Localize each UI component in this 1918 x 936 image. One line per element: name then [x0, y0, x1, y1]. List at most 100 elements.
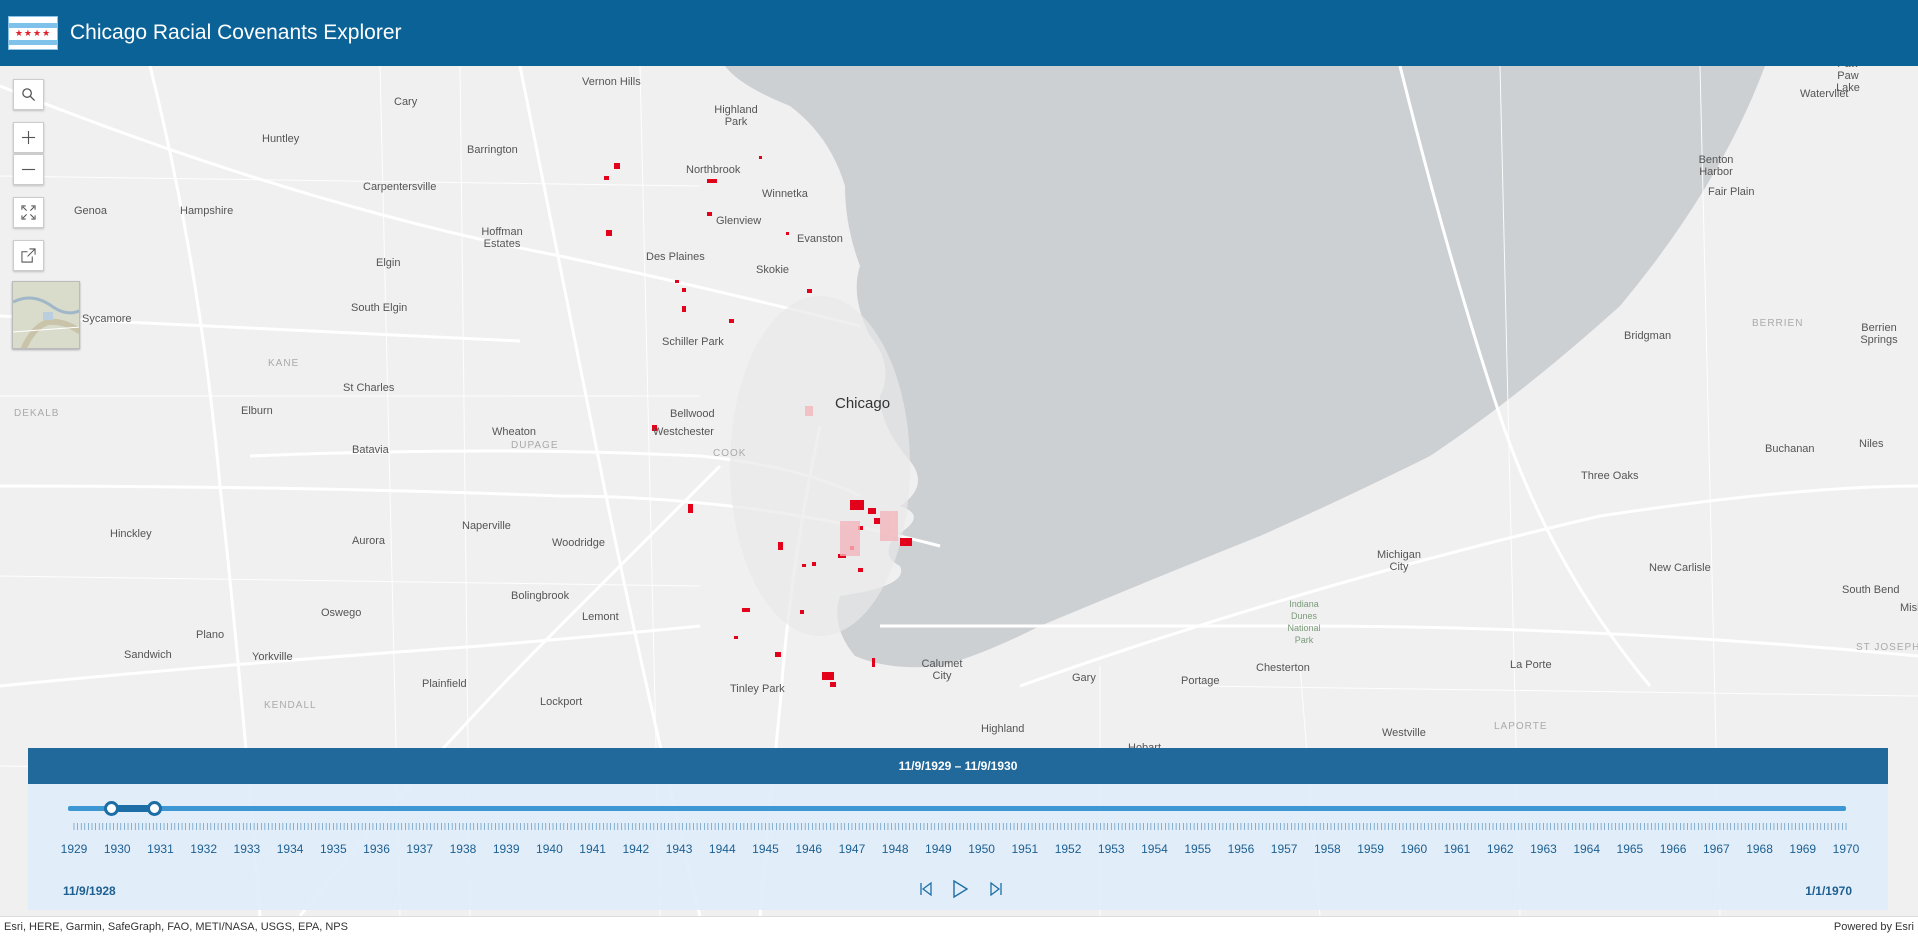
map-label: Michigan City — [1376, 549, 1422, 573]
attribution-text: Esri, HERE, Garmin, SafeGraph, FAO, METI… — [4, 920, 348, 933]
year-label: 1951 — [1011, 842, 1039, 856]
map-label: Schiller Park — [662, 336, 724, 348]
map-label: Highland — [981, 723, 1025, 735]
map-label: Buchanan — [1765, 443, 1815, 455]
map-label: La Porte — [1510, 659, 1552, 671]
share-button[interactable] — [13, 240, 44, 271]
zoom-out-icon — [21, 168, 36, 171]
zoom-in-button[interactable] — [13, 122, 44, 153]
map-label: Calumet City — [921, 658, 963, 682]
year-label: 1942 — [622, 842, 650, 856]
slider-start-thumb[interactable] — [104, 801, 120, 816]
year-label: 1952 — [1054, 842, 1082, 856]
map-label: Des Plaines — [646, 251, 705, 263]
map-label: Cary — [394, 96, 418, 108]
year-label: 1969 — [1789, 842, 1817, 856]
map-label: Barrington — [467, 144, 518, 156]
year-label: 1956 — [1227, 842, 1255, 856]
map-label: Evanston — [797, 233, 843, 245]
year-label: 1959 — [1357, 842, 1384, 856]
map-label: Bellwood — [670, 408, 715, 420]
map-label: Woodridge — [552, 537, 605, 549]
zoom-out-button[interactable] — [13, 154, 44, 185]
year-label: 1944 — [708, 842, 736, 856]
year-label: 1963 — [1530, 842, 1557, 856]
slider-min-label: 11/9/1928 — [63, 884, 116, 898]
share-icon — [21, 248, 36, 263]
year-label: 1941 — [579, 842, 606, 856]
step-back-icon — [920, 881, 932, 897]
map-label: Lockport — [540, 696, 583, 708]
map-label: Three Oaks — [1581, 470, 1639, 482]
next-button[interactable] — [985, 878, 1007, 900]
map-label: LAPORTE — [1494, 721, 1548, 732]
year-label: 1966 — [1659, 842, 1687, 856]
year-label: 1955 — [1184, 842, 1212, 856]
year-label: 1953 — [1097, 842, 1125, 856]
map-label: Sandwich — [124, 649, 172, 661]
map-label: Sycamore — [82, 313, 132, 325]
year-label: 1968 — [1746, 842, 1773, 856]
map-label: KANE — [268, 358, 300, 369]
year-label: 1932 — [190, 842, 218, 856]
map-label: Indiana Dunes National Park — [1287, 599, 1321, 645]
attribution-bar: Esri, HERE, Garmin, SafeGraph, FAO, METI… — [0, 916, 1918, 936]
map-label: Watervliet — [1800, 88, 1849, 100]
app-title: Chicago Racial Covenants Explorer — [70, 21, 402, 44]
map-label: Skokie — [756, 264, 790, 276]
year-label: 1958 — [1314, 842, 1341, 856]
year-label: 1931 — [147, 842, 174, 856]
map-label: KENDALL — [264, 700, 317, 711]
year-label: 1960 — [1400, 842, 1428, 856]
year-label: 1945 — [752, 842, 779, 856]
year-label: 1939 — [492, 842, 520, 856]
year-label: 1957 — [1270, 842, 1298, 856]
year-label: 1943 — [665, 842, 693, 856]
topo-basemap-thumbnail-icon — [13, 282, 79, 348]
play-icon — [953, 879, 969, 899]
year-label: 1964 — [1573, 842, 1601, 856]
map-label: Chicago — [835, 395, 891, 412]
year-label: 1950 — [968, 842, 995, 856]
map-label: DEKALB — [14, 408, 60, 419]
search-button[interactable] — [13, 79, 44, 110]
map-label: COOK — [713, 448, 747, 459]
map-label: Hampshire — [180, 205, 234, 217]
map-label: Hinckley — [110, 528, 152, 540]
map-label: Genoa — [74, 205, 108, 217]
slider-end-thumb[interactable] — [147, 801, 163, 816]
map-label: Huntley — [262, 133, 300, 145]
year-label: 1965 — [1616, 842, 1644, 856]
time-slider[interactable]: 11/9/1929 – 11/9/1930 1929 1930 1931 1932 19… — [28, 748, 1888, 910]
map-label: Portage — [1181, 675, 1220, 687]
map-label: Lemont — [582, 611, 619, 623]
step-forward-icon — [990, 881, 1002, 897]
map-label: South Elgin — [351, 302, 408, 314]
map-label: Wheaton — [492, 426, 537, 438]
basemap-toggle[interactable] — [12, 281, 80, 349]
slider-track[interactable] — [68, 806, 1846, 811]
play-button[interactable] — [949, 878, 971, 900]
map-label: Batavia — [352, 444, 389, 456]
previous-button[interactable] — [915, 878, 937, 900]
map-label: Berrien Springs — [1860, 322, 1898, 346]
year-label: 1933 — [233, 842, 261, 856]
fullscreen-button[interactable] — [13, 197, 44, 228]
year-label: 1935 — [319, 842, 347, 856]
map-label: Carpentersville — [363, 181, 437, 193]
map-label: BERRIEN — [1752, 318, 1804, 329]
map-label: Plainfield — [422, 678, 467, 690]
map-label: New Carlisle — [1649, 562, 1711, 574]
year-label: 1934 — [276, 842, 304, 856]
map-label: Oswego — [321, 607, 362, 619]
map-label: Niles — [1859, 438, 1884, 450]
year-label: 1936 — [363, 842, 390, 856]
map-label: Westville — [1382, 727, 1426, 739]
map-label: Winnetka — [762, 188, 808, 200]
map-label: Gary — [1072, 672, 1096, 684]
search-icon — [22, 88, 36, 102]
map-label: Benton Harbor — [1698, 154, 1734, 178]
map-label: Plano — [196, 629, 225, 641]
year-label: 1961 — [1443, 842, 1471, 856]
map-label: DUPAGE — [511, 440, 559, 451]
